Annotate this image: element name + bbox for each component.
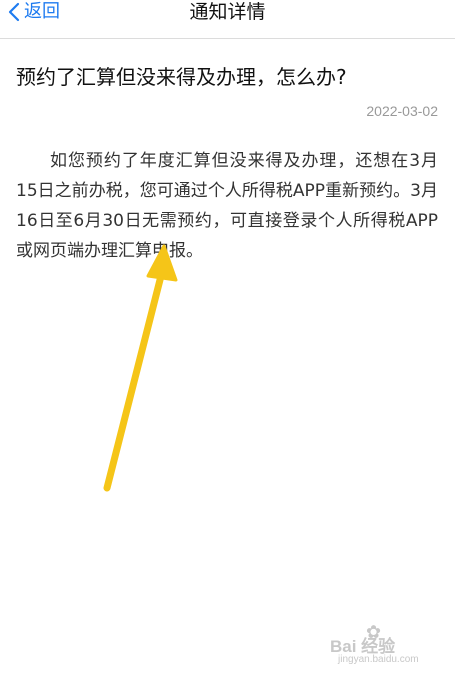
notice-title: 预约了汇算但没来得及办理，怎么办? [16,65,347,89]
notice-body: 如您预约了年度汇算但没来得及办理，还想在3月15日之前办税，您可通过个人所得税A… [16,151,438,261]
watermark-brand: Bai 经验 [330,637,396,656]
page-title: 通知详情 [189,1,266,23]
arrow-icon [103,244,178,492]
baidu-jingyan-watermark: ✿ Bai 经验 jingyan.baidu.com [330,620,440,670]
notice-date: 2022-03-02 [366,103,438,119]
watermark-domain: jingyan.baidu.com [338,654,419,665]
paw-icon: ✿ [366,622,382,643]
nav-bar: 返回 通知详情 [0,0,455,39]
